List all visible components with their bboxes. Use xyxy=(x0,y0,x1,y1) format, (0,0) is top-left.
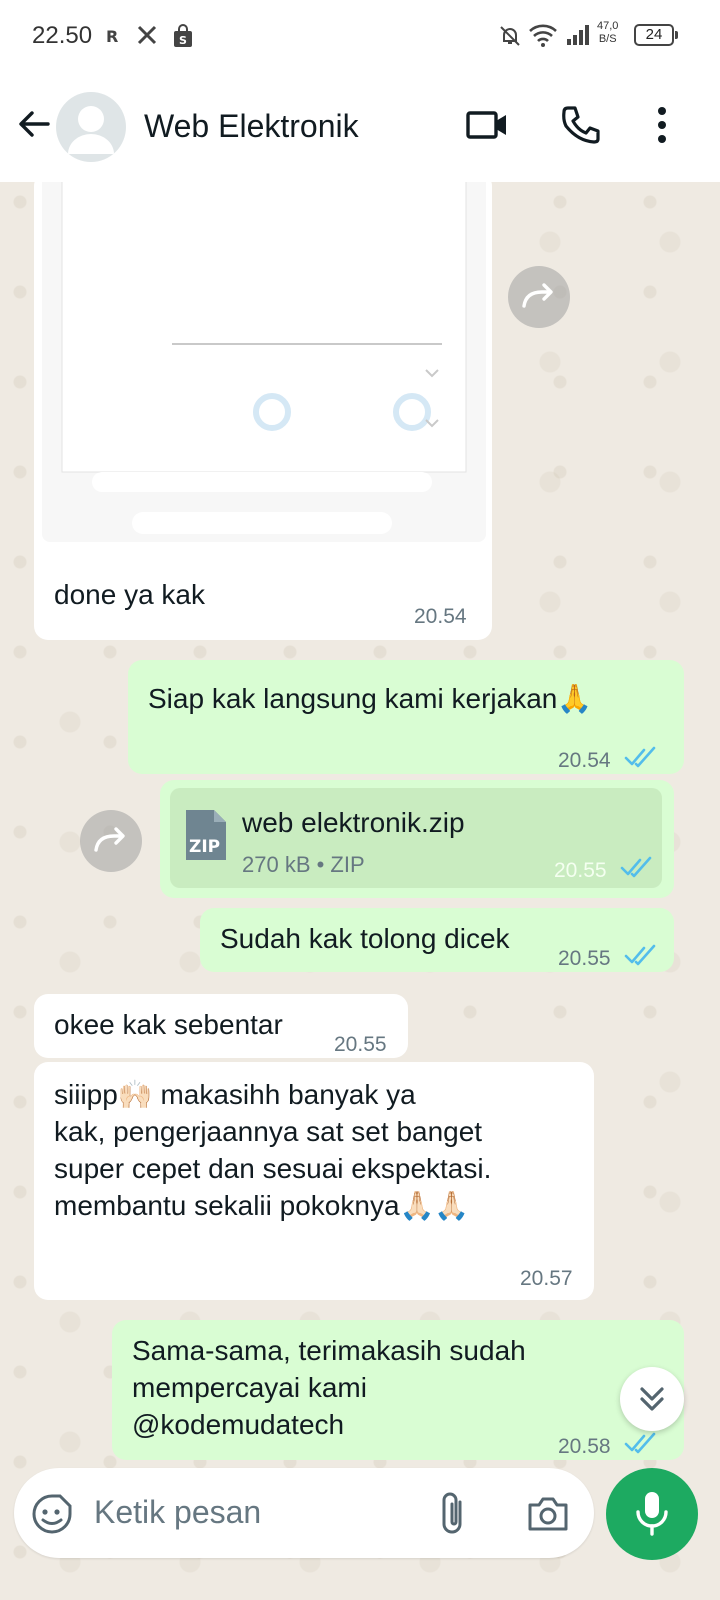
read-ticks-icon xyxy=(624,740,658,777)
message-line: membantu sekalii pokoknya🙏🏻🙏🏻 xyxy=(54,1190,470,1221)
forward-button[interactable] xyxy=(80,810,142,872)
mic-button[interactable] xyxy=(606,1468,698,1560)
message-text: Sudah kak tolong dicek xyxy=(220,923,510,954)
battery-indicator: 24 xyxy=(634,24,678,46)
net-speed-value: 47,0 xyxy=(597,20,619,32)
status-time: 22.50 xyxy=(32,22,93,49)
incoming-image-message[interactable]: done ya kak 20.54 xyxy=(34,182,492,640)
outgoing-message[interactable]: Sudah kak tolong dicek 20.55 xyxy=(200,908,674,972)
message-input-bar[interactable]: Ketik pesan xyxy=(14,1468,594,1558)
read-ticks-icon xyxy=(624,938,658,975)
more-vert-icon[interactable] xyxy=(648,102,676,153)
double-chevron-down-icon xyxy=(640,1387,664,1411)
camera-icon[interactable] xyxy=(526,1492,570,1541)
status-bar: 22.50 R S 47,0 B/S 24 xyxy=(0,0,720,72)
file-card[interactable]: ZIP web elektronik.zip 270 kB • ZIP 20.5… xyxy=(170,788,662,888)
outgoing-message[interactable]: Siap kak langsung kami kerjakan🙏 20.54 xyxy=(128,660,684,774)
back-arrow-icon[interactable] xyxy=(14,104,54,149)
net-speed: 47,0 B/S xyxy=(597,20,618,46)
message-text: Siap kak langsung kami kerjakan🙏 xyxy=(148,683,593,714)
read-ticks-icon xyxy=(620,850,654,887)
message-line: siiipp🙌🏻 makasihh banyak ya xyxy=(54,1079,416,1110)
message-line: @kodemudatech xyxy=(132,1409,345,1440)
message-line: Sama-sama, terimakasih sudah xyxy=(132,1335,526,1366)
mute-icon xyxy=(498,24,522,53)
chat-area[interactable]: done ya kak 20.54 Siap kak langsung kami… xyxy=(0,182,720,1600)
wifi-icon xyxy=(528,22,558,53)
message-time: 20.55 xyxy=(334,1033,387,1056)
signal-icon xyxy=(566,24,592,51)
message-text: siiipp🙌🏻 makasihh banyak ya kak, pengerj… xyxy=(54,1076,491,1224)
message-line: kak, pengerjaannya sat set banget xyxy=(54,1116,483,1147)
attach-icon[interactable] xyxy=(436,1490,472,1543)
message-time: 20.58 xyxy=(558,1435,611,1458)
message-text: okee kak sebentar xyxy=(54,1009,283,1040)
message-text: done ya kak xyxy=(54,579,205,610)
sticker-icon[interactable] xyxy=(30,1492,74,1541)
incoming-message[interactable]: okee kak sebentar 20.55 xyxy=(34,994,408,1058)
message-text: Sama-sama, terimakasih sudah mempercayai… xyxy=(132,1332,526,1443)
read-ticks-icon xyxy=(624,1426,658,1463)
message-time: 20.57 xyxy=(520,1267,573,1290)
attached-image[interactable] xyxy=(42,182,486,542)
message-time: 20.55 xyxy=(554,859,607,882)
file-name: web elektronik.zip xyxy=(242,807,465,838)
incoming-message[interactable]: siiipp🙌🏻 makasihh banyak ya kak, pengerj… xyxy=(34,1062,594,1300)
message-time: 20.54 xyxy=(414,605,467,628)
zip-file-icon: ZIP xyxy=(184,808,228,871)
mic-icon xyxy=(636,1492,668,1536)
file-badge: ZIP xyxy=(189,837,220,857)
file-meta: 270 kB • ZIP xyxy=(242,852,365,877)
x-icon xyxy=(136,24,158,51)
message-time: 20.55 xyxy=(558,947,611,970)
forward-icon xyxy=(522,283,553,308)
svg-text:R: R xyxy=(106,27,118,46)
avatar[interactable] xyxy=(56,92,126,162)
forward-button[interactable] xyxy=(508,266,570,328)
message-line: super cepet dan sesuai ekspektasi. xyxy=(54,1153,492,1184)
message-time: 20.54 xyxy=(558,749,611,772)
chat-header: Web Elektronik xyxy=(0,72,720,182)
contact-name[interactable]: Web Elektronik xyxy=(144,108,359,145)
scroll-to-bottom-button[interactable] xyxy=(620,1367,684,1431)
r-notification-icon: R xyxy=(104,26,124,51)
video-call-icon[interactable] xyxy=(464,102,510,153)
forward-icon xyxy=(94,827,125,852)
voice-call-icon[interactable] xyxy=(558,102,604,153)
outgoing-file-message[interactable]: ZIP web elektronik.zip 270 kB • ZIP 20.5… xyxy=(160,780,674,898)
message-input[interactable]: Ketik pesan xyxy=(94,1494,261,1531)
shop-bag-icon: S xyxy=(172,24,194,53)
net-speed-unit: B/S xyxy=(598,33,617,45)
outgoing-message[interactable]: Sama-sama, terimakasih sudah mempercayai… xyxy=(112,1320,684,1460)
svg-text:S: S xyxy=(179,34,187,47)
message-line: mempercayai kami xyxy=(132,1372,367,1403)
